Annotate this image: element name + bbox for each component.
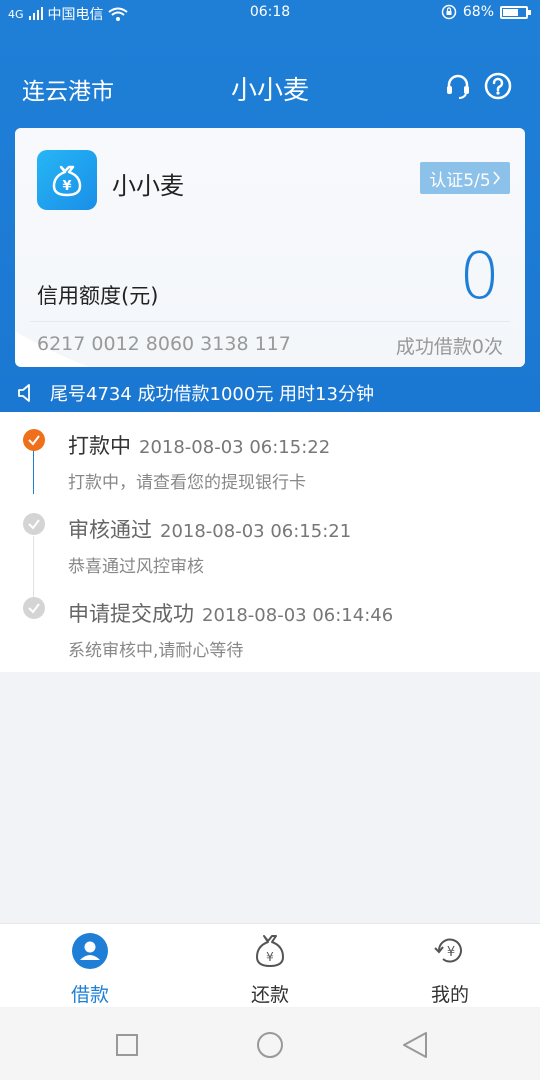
step-time: 2018-08-03 06:15:21: [160, 521, 352, 542]
checkmark-icon: [23, 513, 45, 535]
nav-item-mine[interactable]: ¥ 我的: [390, 932, 510, 1007]
timeline-line-active: [33, 450, 34, 494]
step-description: 打款中，请查看您的提现银行卡: [68, 473, 306, 493]
system-navigation-bar: [0, 1008, 540, 1080]
nav-label: 借款: [70, 984, 109, 1006]
loan-count: 成功借款0次: [395, 336, 503, 358]
nav-label: 我的: [430, 984, 469, 1006]
svg-text:¥: ¥: [62, 179, 71, 194]
home-icon[interactable]: [256, 1031, 284, 1063]
svg-text:¥: ¥: [266, 950, 274, 964]
help-icon[interactable]: [484, 72, 512, 104]
step-description: 系统审核中,请耐心等待: [68, 641, 244, 661]
certification-badge[interactable]: 认证5/5: [420, 162, 510, 194]
status-right: 68%: [441, 4, 531, 20]
loan-status-timeline: 打款中 2018-08-03 06:15:22 打款中，请查看您的提现银行卡 审核…: [0, 412, 540, 672]
bottom-nav: 借款 ¥ 还款 ¥ 我的: [0, 923, 540, 1007]
app-logo: ¥: [37, 150, 97, 210]
battery-percent: 68%: [462, 4, 494, 20]
card-divider: [30, 321, 510, 322]
checkmark-icon: [23, 429, 45, 451]
step-title: 打款中: [68, 434, 131, 458]
money-bag-icon: ¥: [256, 935, 284, 967]
nav-item-repay[interactable]: ¥ 还款: [210, 932, 330, 1007]
user-icon: [72, 933, 108, 969]
refresh-yuan-icon: ¥: [434, 938, 462, 963]
checkmark-icon: [23, 597, 45, 619]
chevron-right-icon: [493, 171, 500, 185]
status-bar: 4G 中国电信 06:18 68%: [0, 0, 540, 28]
card-app-name: 小小麦: [112, 172, 184, 200]
bank-card-number: 6217 0012 8060 3138 117: [37, 333, 291, 355]
rotation-lock-icon: [441, 4, 457, 20]
customer-service-icon[interactable]: [444, 72, 472, 104]
step-title-row: 申请提交成功 2018-08-03 06:14:46: [68, 598, 393, 628]
step-time: 2018-08-03 06:14:46: [202, 605, 394, 626]
credit-card-panel: ¥ 小小麦 认证5/5 信用额度(元) 0 6217 0012 8060 313…: [15, 128, 525, 367]
battery-icon: [500, 5, 531, 19]
step-time: 2018-08-03 06:15:22: [139, 437, 331, 458]
timeline-line: [33, 536, 34, 598]
back-icon[interactable]: [402, 1031, 428, 1063]
credit-limit-label: 信用额度(元): [37, 284, 159, 308]
step-title: 审核通过: [68, 518, 152, 542]
recent-apps-icon[interactable]: [116, 1034, 138, 1060]
step-title-row: 审核通过 2018-08-03 06:15:21: [68, 514, 351, 544]
money-bag-icon: ¥: [52, 165, 82, 197]
step-title-row: 打款中 2018-08-03 06:15:22: [68, 430, 330, 460]
notice-text: 尾号4734 成功借款1000元 用时13分钟: [50, 384, 374, 405]
nav-item-loan[interactable]: 借款: [30, 932, 150, 1007]
notice-bar: 尾号4734 成功借款1000元 用时13分钟: [16, 380, 374, 406]
certification-label: 认证5/5: [429, 170, 491, 191]
svg-text:¥: ¥: [447, 945, 455, 960]
battery-fill: [503, 8, 518, 16]
step-description: 恭喜通过风控审核: [68, 557, 204, 577]
step-title: 申请提交成功: [68, 602, 194, 626]
credit-limit-value: 0: [459, 240, 500, 314]
speaker-icon: [18, 384, 30, 402]
nav-label: 还款: [250, 984, 289, 1006]
